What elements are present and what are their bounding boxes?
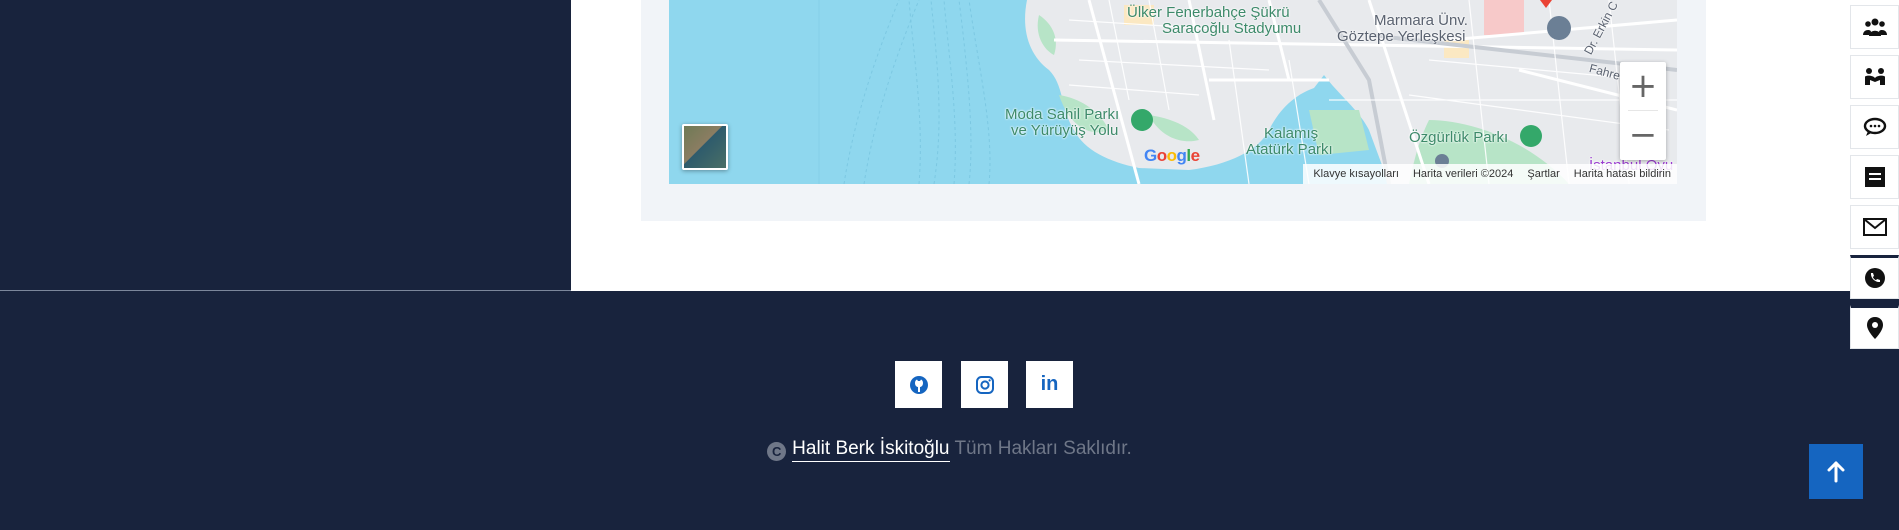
map-label-university-1[interactable]: Marmara Ünv.	[1374, 13, 1468, 29]
left-panel	[0, 0, 571, 291]
map-label-ozgurluk[interactable]: Özgürlük Parkı	[1409, 130, 1508, 146]
page: Ülker Fenerbahçe Şükrü Saracoğlu Stadyum…	[0, 0, 1899, 530]
map-zoom-controls: + −	[1620, 62, 1666, 160]
terms-link[interactable]: Şartlar	[1527, 168, 1559, 180]
linkedin-icon: in	[1040, 373, 1059, 395]
linkedin-button[interactable]: in	[1026, 361, 1073, 408]
map-label-moda-1[interactable]: Moda Sahil Parkı	[1005, 107, 1119, 123]
rail-item-phone[interactable]	[1850, 255, 1899, 299]
map-attribution: Klavye kısayolları Harita verileri ©2024…	[1303, 164, 1677, 184]
owner-link[interactable]: Halit Berk İskitoğlu	[792, 438, 950, 462]
map-label-stadium-1[interactable]: Ülker Fenerbahçe Şükrü	[1127, 5, 1290, 21]
rail-item-partners[interactable]	[1850, 55, 1899, 99]
google-logo: Google	[1144, 146, 1200, 165]
map-label-university-2[interactable]: Göztepe Yerleşkesi	[1337, 29, 1465, 45]
map-label-stadium-2[interactable]: Saracoğlu Stadyumu	[1162, 21, 1301, 37]
map-data-text: Harita verileri ©2024	[1412, 168, 1514, 180]
location-pin-icon	[1866, 317, 1883, 339]
section-divider	[0, 290, 571, 291]
mail-icon	[1862, 218, 1887, 236]
rail-item-chat[interactable]	[1850, 105, 1899, 149]
rail-item-mail[interactable]	[1850, 205, 1899, 249]
rail-item-portfolio[interactable]	[1850, 155, 1899, 199]
google-map[interactable]: Ülker Fenerbahçe Şükrü Saracoğlu Stadyum…	[669, 0, 1677, 184]
arrow-up-icon	[1827, 461, 1845, 482]
phone-icon	[1864, 268, 1885, 288]
keyboard-shortcuts-link[interactable]: Klavye kısayolları	[1313, 168, 1399, 180]
report-error-link[interactable]: Harita hatası bildirin	[1574, 168, 1671, 180]
handshake-icon	[1864, 68, 1885, 85]
satellite-toggle-button[interactable]	[682, 124, 728, 170]
copyright-icon: C	[767, 442, 787, 461]
portfolio-icon	[1864, 167, 1885, 187]
github-button[interactable]	[895, 361, 942, 408]
rights-text: Tüm Hakları Saklıdır.	[954, 438, 1132, 459]
map-label-kalamis-1[interactable]: Kalamış	[1264, 126, 1318, 142]
rail-item-team[interactable]	[1850, 5, 1899, 49]
zoom-in-button[interactable]: +	[1620, 62, 1666, 110]
map-label-kalamis-2[interactable]: Atatürk Parkı	[1246, 142, 1333, 158]
map-label-moda-2[interactable]: ve Yürüyüş Yolu	[1011, 123, 1118, 139]
back-to-top-button[interactable]	[1809, 444, 1863, 499]
rail-item-location[interactable]	[1850, 305, 1899, 349]
zoom-out-button[interactable]: −	[1620, 111, 1666, 159]
instagram-button[interactable]	[961, 361, 1008, 408]
github-icon	[909, 375, 928, 394]
side-nav-rail	[1850, 0, 1899, 355]
instagram-icon	[975, 375, 994, 394]
copyright-line: C Halit Berk İskitoğlu Tüm Hakları Saklıd…	[0, 438, 1899, 462]
users-group-icon	[1862, 18, 1887, 36]
chat-icon	[1863, 117, 1886, 136]
